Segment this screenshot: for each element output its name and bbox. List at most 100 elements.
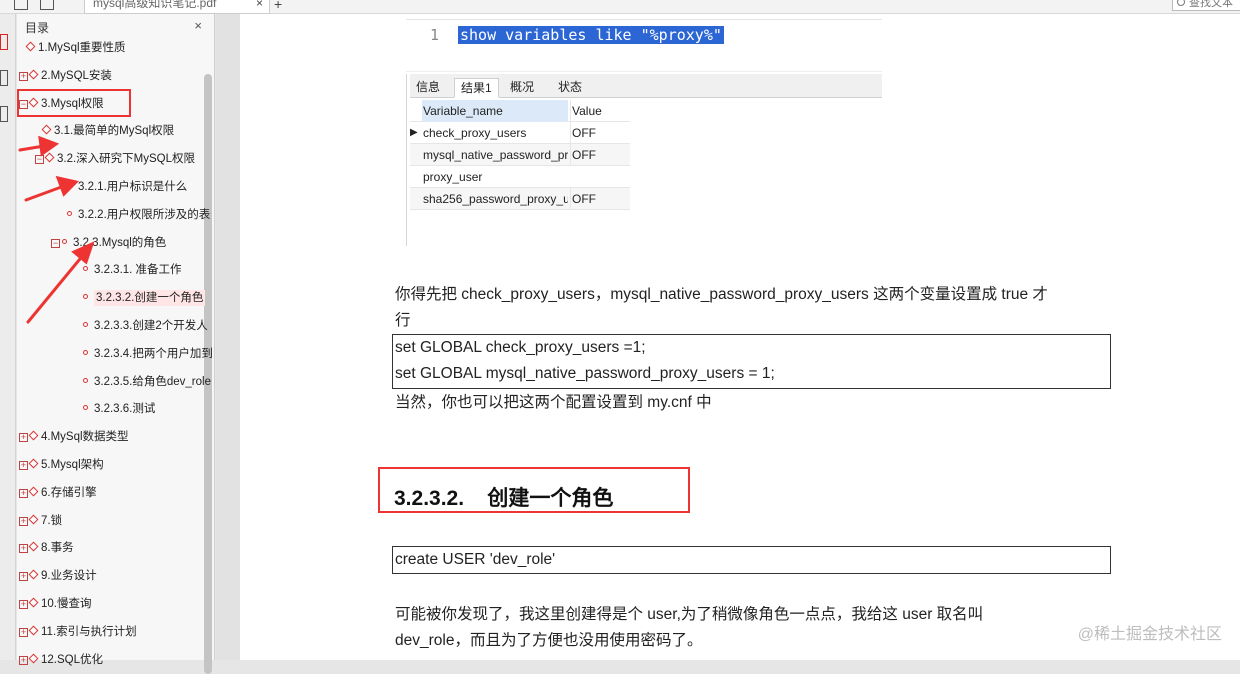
grid-header: Variable_name Value <box>410 100 630 122</box>
toc-item-label: 3.2.2.用户权限所涉及的表 <box>78 208 211 221</box>
bookmarks-panel-icon[interactable] <box>0 34 8 50</box>
expand-icon[interactable]: + <box>19 544 28 554</box>
column-header-variable: Variable_name <box>422 100 568 122</box>
toc-item[interactable]: +11.索引与执行计划 <box>19 622 137 642</box>
tab-status[interactable]: 状态 <box>552 78 588 98</box>
cell-value: OFF <box>570 122 630 144</box>
toc-item[interactable]: 3.2.3.2.创建一个角色 <box>83 288 206 308</box>
toc-item[interactable]: 3.2.3.6.测试 <box>83 399 155 419</box>
code-line-1: set GLOBAL check_proxy_users =1; <box>395 339 646 356</box>
document-tab[interactable]: mysql高级知识笔记.pdf × <box>84 0 270 14</box>
collapse-icon[interactable]: − <box>51 238 60 248</box>
bookmark-icon <box>28 430 39 441</box>
cell-variable: mysql_native_password_proxy_users <box>423 148 568 162</box>
toc-item[interactable]: +6.存储引擎 <box>19 483 97 503</box>
toc-item[interactable]: +8.事务 <box>19 538 74 558</box>
toc-item[interactable]: 1.MySql重要性质 <box>25 38 126 58</box>
table-row[interactable]: sha256_password_proxy_users OFF <box>410 188 630 210</box>
bookmark-icon <box>44 152 55 163</box>
search-box[interactable]: 查找文本 <box>1172 0 1240 11</box>
expand-icon[interactable]: + <box>19 572 28 582</box>
toc-item[interactable]: − 3.2.3.Mysql的角色 <box>51 233 166 253</box>
dot-icon <box>83 266 88 272</box>
thumbnails-panel-icon[interactable] <box>0 70 8 86</box>
search-placeholder: 查找文本 <box>1189 0 1233 9</box>
toc-item-label: 3.2.3.1. 准备工作 <box>94 264 182 277</box>
watermark: @稀土掘金技术社区 <box>1077 626 1222 643</box>
toc-item[interactable]: 3.2.1.用户标识是什么 <box>67 177 187 197</box>
toc-item[interactable]: +7.锁 <box>19 511 62 531</box>
bookmark-icon <box>28 625 39 636</box>
expand-icon[interactable]: + <box>19 461 28 470</box>
result-grid: Variable_name Value ▶ check_proxy_users … <box>410 100 630 210</box>
expand-icon[interactable]: + <box>19 488 28 498</box>
sql-query: show variables like "%proxy%" <box>458 26 724 44</box>
tab-overview[interactable]: 概况 <box>504 78 540 98</box>
toc-item[interactable]: − 3.2.深入研究下MySQL权限 <box>35 149 195 169</box>
code-block-1: set GLOBAL check_proxy_users =1; set GLO… <box>392 334 1111 389</box>
line-number: 1 <box>430 26 440 44</box>
toc-item-label: 9.业务设计 <box>41 570 97 583</box>
dot-icon <box>83 322 88 327</box>
page-gutter <box>216 14 240 660</box>
search-icon <box>1177 0 1185 6</box>
bookmark-icon <box>28 569 39 580</box>
bookmark-icon <box>28 514 39 525</box>
toc-item[interactable]: 3.2.3.1. 准备工作 <box>83 260 182 280</box>
toc-item[interactable]: 3.2.3.5.给角色dev_role <box>83 372 211 392</box>
paragraph-3-line-2: dev_role，而且为了方便也没用使用密码了。 <box>395 632 703 649</box>
expand-icon[interactable]: + <box>19 71 28 81</box>
toc-item[interactable]: 3.2.2.用户权限所涉及的表 <box>67 205 210 225</box>
toc-item-label: 3.2.3.6.测试 <box>94 403 156 416</box>
bookmark-icon <box>28 541 39 552</box>
document-page: 1 show variables like "%proxy%" 信息 结果1 概… <box>240 14 1240 660</box>
save-icon[interactable] <box>14 0 28 10</box>
cell-variable: proxy_user <box>423 170 483 184</box>
expand-icon[interactable]: + <box>19 433 28 443</box>
toc-item[interactable]: 3.2.3.3.创建2个开发人 <box>83 316 208 336</box>
toc-item-label: 11.索引与执行计划 <box>41 625 137 638</box>
expand-icon[interactable]: + <box>19 627 28 637</box>
table-row[interactable]: ▶ check_proxy_users OFF <box>410 122 630 144</box>
toc-item-label: 3.2.1.用户标识是什么 <box>78 181 188 193</box>
collapse-icon[interactable]: − <box>35 155 44 165</box>
cell-variable: sha256_password_proxy_users <box>423 192 568 206</box>
bookmark-icon <box>41 124 52 135</box>
toc-item-label: 8.事务 <box>41 542 74 555</box>
new-tab-button[interactable]: + <box>274 0 282 12</box>
toc-item[interactable]: +5.Mysql架构 <box>19 455 104 475</box>
toc-item-label: 5.Mysql架构 <box>41 459 104 471</box>
row-indicator-icon: ▶ <box>410 127 418 138</box>
toc-item[interactable]: +10.慢查询 <box>19 594 92 614</box>
toc-item-label: 4.MySql数据类型 <box>41 431 129 444</box>
toc-item-label: 3.2.3.2.创建一个角色 <box>94 290 206 307</box>
annotations-panel-icon[interactable] <box>0 106 8 122</box>
expand-icon[interactable]: + <box>19 655 28 665</box>
close-sidebar-icon[interactable]: × <box>194 18 202 33</box>
toc-item[interactable]: 3.1.最简单的MySql权限 <box>41 121 174 141</box>
dot-icon <box>67 183 72 188</box>
table-row[interactable]: mysql_native_password_proxy_users OFF <box>410 144 630 166</box>
expand-icon[interactable]: + <box>19 516 28 526</box>
toc-header: 目录 <box>25 21 50 35</box>
toc-item[interactable]: +4.MySql数据类型 <box>19 427 129 447</box>
toc-item[interactable]: +2.MySQL安装 <box>19 66 112 86</box>
document-tab-title: mysql高级知识笔记.pdf <box>93 0 217 10</box>
toc-item-label: 3.2.3.Mysql的角色 <box>73 236 167 249</box>
paragraph-1-line-2: 行 <box>395 312 411 329</box>
dot-icon <box>83 405 88 411</box>
dot-icon <box>83 377 88 383</box>
toc-item[interactable]: +9.业务设计 <box>19 566 97 586</box>
table-row[interactable]: proxy_user <box>410 166 630 188</box>
expand-icon[interactable]: + <box>19 600 28 609</box>
tab-result1[interactable]: 结果1 <box>454 78 499 98</box>
dot-icon <box>62 238 67 244</box>
annotation-box-toc <box>17 89 131 117</box>
code-line-2: set GLOBAL mysql_native_password_proxy_u… <box>395 365 775 382</box>
print-icon[interactable] <box>40 0 54 10</box>
close-tab-icon[interactable]: × <box>256 0 263 10</box>
tab-info[interactable]: 信息 <box>410 78 446 98</box>
toc-item[interactable]: 3.2.3.4.把两个用户加到 <box>83 344 213 364</box>
cell-variable: check_proxy_users <box>423 126 527 140</box>
bookmark-icon <box>28 69 39 80</box>
